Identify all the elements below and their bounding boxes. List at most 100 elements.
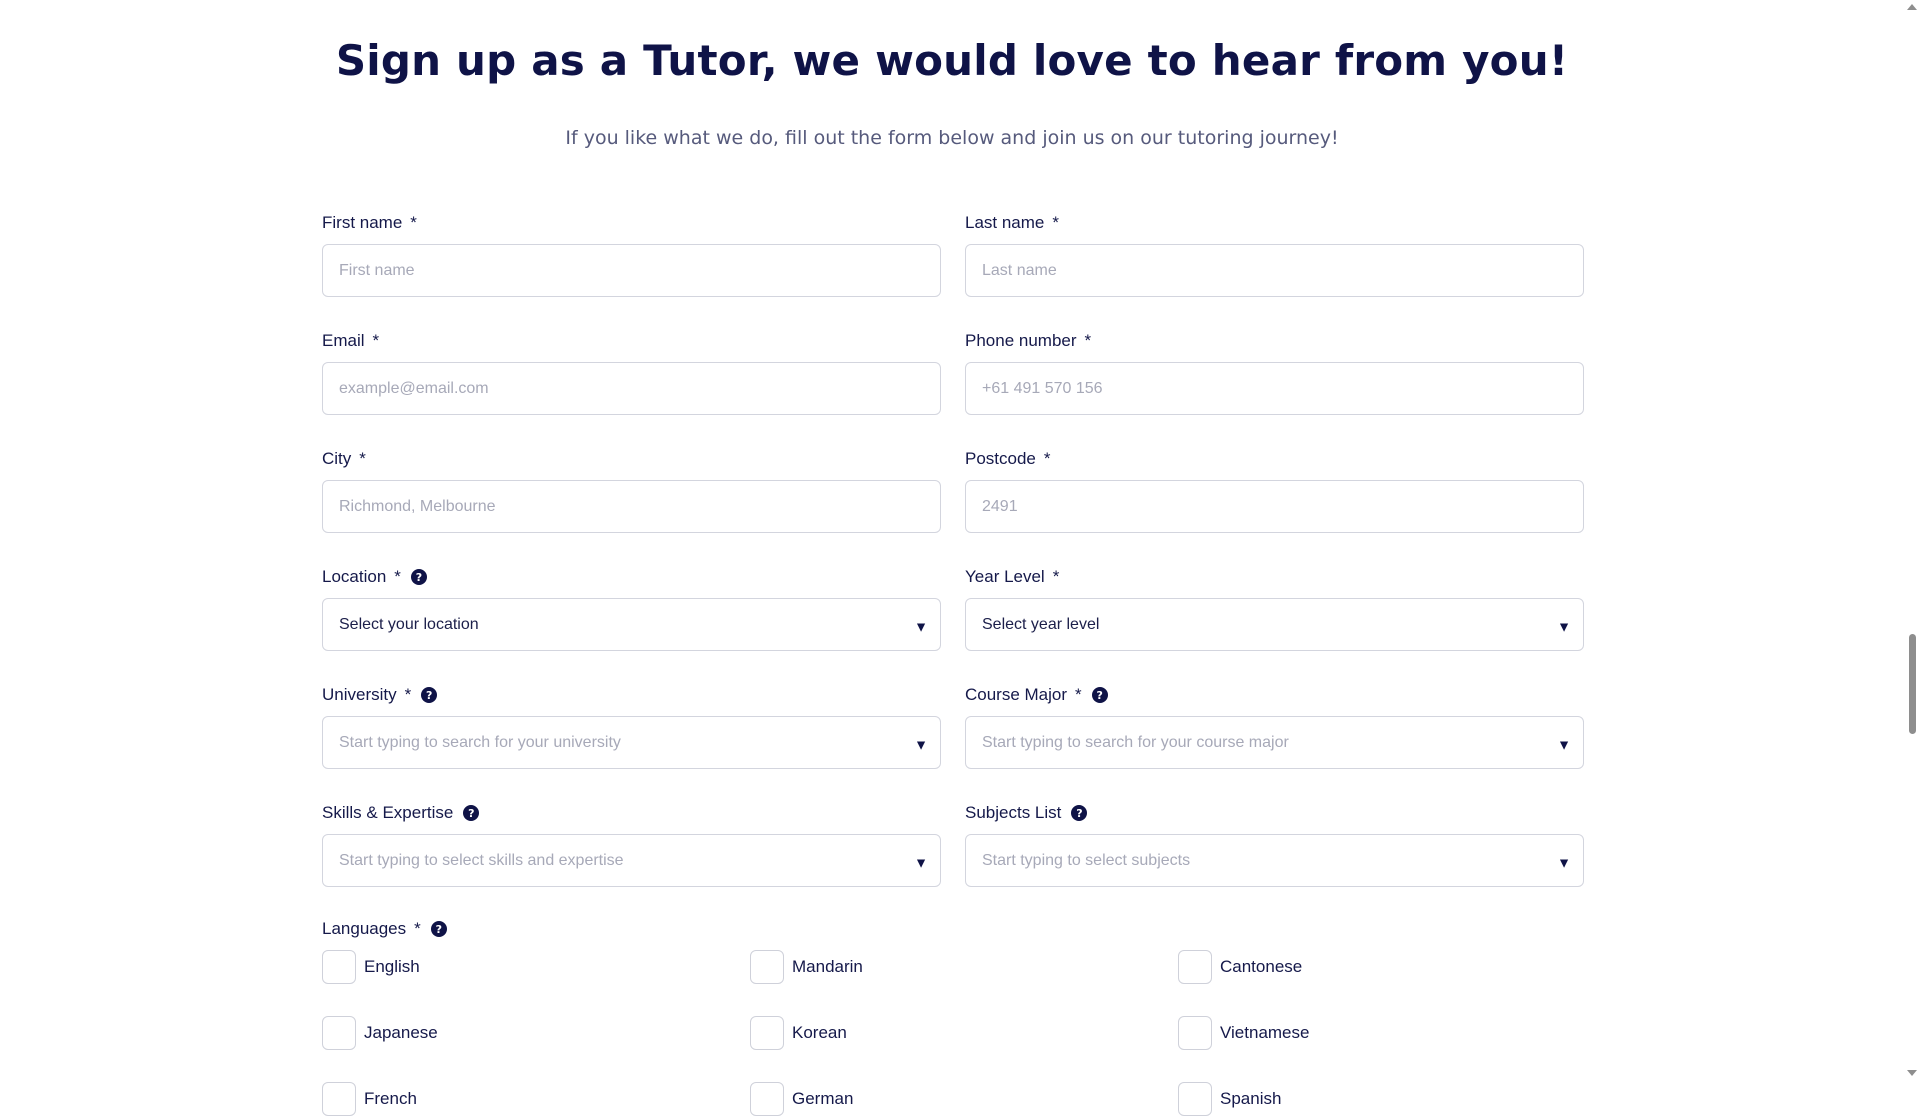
year-level-field: Year Level * Select year level ▼	[965, 566, 1584, 651]
help-icon[interactable]: ?	[421, 687, 438, 703]
checkbox[interactable]	[322, 950, 356, 984]
language-option-german[interactable]: German	[750, 1082, 1178, 1116]
phone-input[interactable]	[965, 362, 1584, 415]
phone-label: Phone number *	[965, 330, 1584, 352]
postcode-label: Postcode *	[965, 448, 1584, 470]
help-icon[interactable]: ?	[1091, 687, 1108, 703]
language-option-japanese[interactable]: Japanese	[322, 1016, 750, 1050]
course-major-combobox[interactable]: Start typing to search for your course m…	[965, 716, 1584, 769]
checkbox[interactable]	[750, 1016, 784, 1050]
language-option-cantonese[interactable]: Cantonese	[1178, 950, 1578, 984]
required-marker: *	[1052, 213, 1060, 232]
skills-placeholder: Start typing to select skills and expert…	[339, 851, 624, 869]
city-input[interactable]	[322, 480, 941, 533]
subjects-field: Subjects List ? Start typing to select s…	[965, 802, 1584, 887]
language-label: Spanish	[1220, 1089, 1282, 1108]
checkbox[interactable]	[1178, 1016, 1212, 1050]
caret-down-icon: ▼	[914, 736, 928, 753]
help-icon[interactable]: ?	[1071, 805, 1088, 821]
skills-field: Skills & Expertise ? Start typing to sel…	[322, 802, 941, 887]
course-major-field: Course Major * ? Start typing to search …	[965, 684, 1584, 769]
required-marker: *	[1075, 685, 1082, 704]
skills-label: Skills & Expertise ?	[322, 802, 941, 824]
first-name-label-text: First name	[322, 213, 403, 232]
email-input[interactable]	[322, 362, 941, 415]
email-label: Email *	[322, 330, 941, 352]
city-label-text: City	[322, 449, 352, 468]
checkbox[interactable]	[750, 1082, 784, 1116]
subjects-combobox[interactable]: Start typing to select subjects ▼	[965, 834, 1584, 887]
checkbox[interactable]	[1178, 1082, 1212, 1116]
university-label-text: University	[322, 685, 397, 704]
first-name-input[interactable]	[322, 244, 941, 297]
caret-down-icon: ▼	[1557, 736, 1571, 753]
vertical-scrollbar[interactable]	[1904, 0, 1920, 1080]
course-major-label-text: Course Major	[965, 685, 1068, 704]
required-marker: *	[404, 685, 412, 704]
location-select[interactable]: Select your location ▼	[322, 598, 941, 651]
email-label-text: Email	[322, 331, 365, 350]
language-label: Mandarin	[792, 957, 863, 976]
subjects-label: Subjects List ?	[965, 802, 1584, 824]
phone-field: Phone number *	[965, 330, 1584, 415]
language-option-vietnamese[interactable]: Vietnamese	[1178, 1016, 1578, 1050]
required-marker: *	[359, 449, 366, 468]
language-option-french[interactable]: French	[322, 1082, 750, 1116]
course-major-placeholder: Start typing to search for your course m…	[982, 733, 1289, 751]
tutor-signup-form: First name * Last name * Email *	[322, 212, 1584, 1116]
signup-page: Sign up as a Tutor, we would love to hea…	[0, 0, 1904, 1116]
language-option-mandarin[interactable]: Mandarin	[750, 950, 1178, 984]
checkbox[interactable]	[322, 1082, 356, 1116]
location-selected-value: Select your location	[339, 615, 479, 633]
scroll-up-arrow-icon[interactable]	[1907, 4, 1917, 10]
location-label: Location * ?	[322, 566, 941, 588]
year-level-select[interactable]: Select year level ▼	[965, 598, 1584, 651]
last-name-field: Last name *	[965, 212, 1584, 297]
form-row-education: University * ? Start typing to search fo…	[322, 684, 1584, 769]
checkbox[interactable]	[1178, 950, 1212, 984]
language-label: Cantonese	[1220, 957, 1303, 976]
form-row-address: City * Postcode *	[322, 448, 1584, 533]
language-option-korean[interactable]: Korean	[750, 1016, 1178, 1050]
checkbox[interactable]	[750, 950, 784, 984]
caret-down-icon: ▼	[914, 618, 928, 635]
skills-combobox[interactable]: Start typing to select skills and expert…	[322, 834, 941, 887]
required-marker: *	[1084, 331, 1092, 350]
language-option-english[interactable]: English	[322, 950, 750, 984]
help-icon[interactable]: ?	[463, 805, 480, 821]
email-field: Email *	[322, 330, 941, 415]
caret-down-icon: ▼	[914, 854, 928, 871]
first-name-label: First name *	[322, 212, 941, 234]
year-level-label: Year Level *	[965, 566, 1584, 588]
last-name-label-text: Last name	[965, 213, 1045, 232]
skills-label-text: Skills & Expertise	[322, 803, 454, 822]
university-field: University * ? Start typing to search fo…	[322, 684, 941, 769]
language-label: English	[364, 957, 420, 976]
languages-checkbox-grid: English Mandarin Cantonese Japanese Kore…	[322, 950, 1584, 1116]
scrollbar-thumb[interactable]	[1909, 634, 1916, 734]
languages-label: Languages * ?	[322, 918, 1584, 940]
help-icon[interactable]: ?	[430, 921, 447, 937]
university-placeholder: Start typing to search for your universi…	[339, 733, 621, 751]
form-row-location: Location * ? Select your location ▼ Year…	[322, 566, 1584, 651]
first-name-field: First name *	[322, 212, 941, 297]
checkbox[interactable]	[322, 1016, 356, 1050]
course-major-label: Course Major * ?	[965, 684, 1584, 706]
city-field: City *	[322, 448, 941, 533]
postcode-input[interactable]	[965, 480, 1584, 533]
location-label-text: Location	[322, 567, 387, 586]
last-name-input[interactable]	[965, 244, 1584, 297]
city-label: City *	[322, 448, 941, 470]
help-icon[interactable]: ?	[410, 569, 427, 585]
form-row-contact: Email * Phone number *	[322, 330, 1584, 415]
language-label: French	[364, 1089, 417, 1108]
required-marker: *	[414, 919, 421, 938]
university-combobox[interactable]: Start typing to search for your universi…	[322, 716, 941, 769]
language-label: Korean	[792, 1023, 847, 1042]
scroll-down-arrow-icon[interactable]	[1907, 1070, 1917, 1076]
required-marker: *	[394, 567, 401, 586]
required-marker: *	[1052, 567, 1060, 586]
language-option-spanish[interactable]: Spanish	[1178, 1082, 1578, 1116]
last-name-label: Last name *	[965, 212, 1584, 234]
location-field: Location * ? Select your location ▼	[322, 566, 941, 651]
